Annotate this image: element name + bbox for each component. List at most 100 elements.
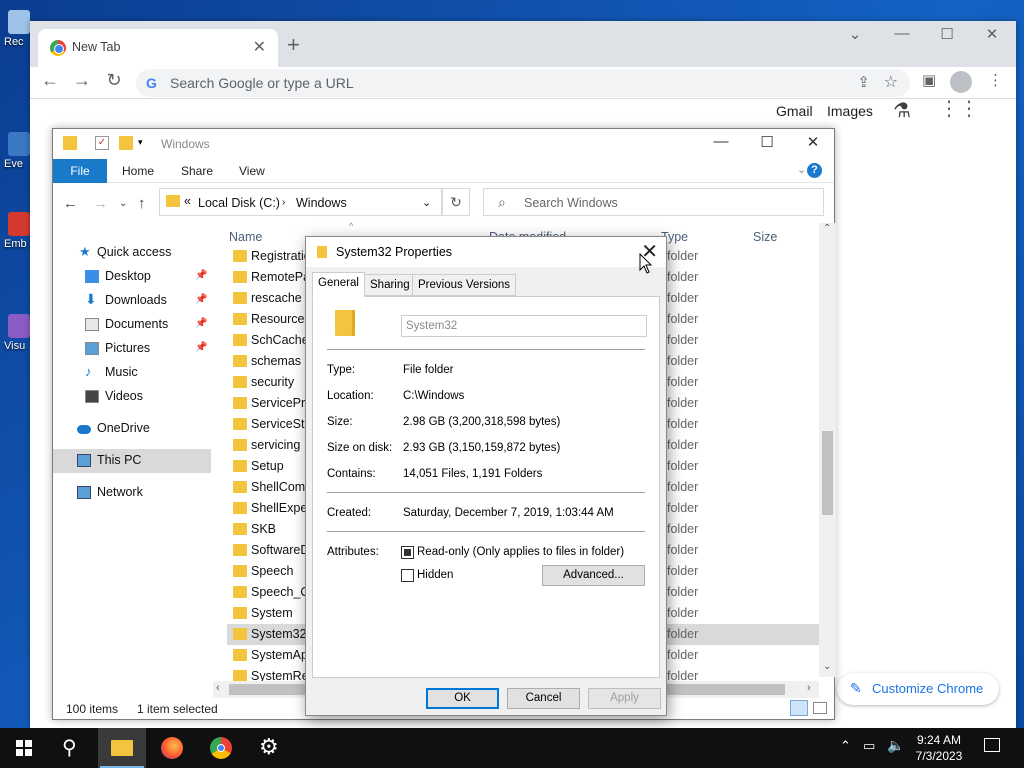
volume-muted-icon[interactable]: 🔈 xyxy=(887,737,904,754)
tab-search-icon[interactable]: ⌄ xyxy=(835,25,875,47)
clock-date[interactable]: 7/3/2023 xyxy=(910,749,968,763)
taskbar-settings[interactable]: ⚙ xyxy=(246,728,294,768)
help-icon[interactable]: ? xyxy=(807,163,822,178)
breadcrumb-local-disk[interactable]: Local Disk (C:) xyxy=(198,196,280,210)
minimize-button[interactable]: — xyxy=(882,25,922,47)
quick-access-dropdown-icon[interactable]: ▾ xyxy=(138,137,143,148)
nav-item-onedrive[interactable]: OneDrive xyxy=(53,417,211,441)
nav-item-downloads[interactable]: ⬇ Downloads 📌 xyxy=(53,289,211,313)
clock-time[interactable]: 9:24 AM xyxy=(910,733,968,747)
nav-item-music[interactable]: ♪ Music xyxy=(53,361,211,385)
tab-general[interactable]: General xyxy=(312,272,365,297)
side-panel-icon[interactable]: ▣ xyxy=(922,71,936,89)
breadcrumb-windows[interactable]: Windows xyxy=(296,196,347,210)
pin-icon[interactable]: 📌 xyxy=(195,342,207,353)
nav-item-pictures[interactable]: Pictures 📌 xyxy=(53,337,211,361)
chrome-tab-new-tab[interactable]: New Tab ✕ xyxy=(38,29,278,67)
advanced-button[interactable]: Advanced... xyxy=(542,565,645,586)
folder-name-field[interactable]: System32 xyxy=(401,315,647,337)
reload-icon[interactable]: ↻ xyxy=(102,70,126,91)
nav-label: Pictures xyxy=(105,341,151,355)
properties-icon[interactable]: ✓ xyxy=(95,136,109,150)
column-header-name[interactable]: Name xyxy=(229,230,262,244)
column-header-size[interactable]: Size xyxy=(753,230,777,244)
back-icon[interactable]: ← xyxy=(38,70,62,91)
nav-item-documents[interactable]: Documents 📌 xyxy=(53,313,211,337)
taskbar-firefox[interactable] xyxy=(148,728,196,768)
pin-icon[interactable]: 📌 xyxy=(195,318,207,329)
labs-flask-icon[interactable]: ⚗ xyxy=(893,98,911,123)
desktop-icon-recycle-bin[interactable]: Rec xyxy=(4,10,32,48)
ribbon-tab-view[interactable]: View xyxy=(239,164,265,178)
forward-icon[interactable]: → xyxy=(93,195,108,212)
tab-sharing[interactable]: Sharing xyxy=(364,274,416,296)
taskbar-chrome[interactable] xyxy=(197,728,245,768)
taskbar-file-explorer[interactable] xyxy=(98,728,146,768)
maximize-button[interactable]: ☐ xyxy=(927,25,967,47)
folder-icon xyxy=(233,481,247,493)
scroll-right-icon[interactable]: › xyxy=(807,682,811,694)
apply-button[interactable]: Apply xyxy=(588,688,661,709)
forward-icon[interactable]: → xyxy=(70,70,94,91)
minimize-button[interactable]: — xyxy=(698,133,744,150)
start-button[interactable] xyxy=(0,728,48,768)
ribbon-expand-icon[interactable]: ⌄ xyxy=(797,163,806,176)
cancel-button[interactable]: Cancel xyxy=(507,688,580,709)
ribbon-tab-home[interactable]: Home xyxy=(122,164,154,178)
search-box[interactable]: ⌕ Search Windows xyxy=(483,188,824,216)
nav-item-this-pc[interactable]: This PC xyxy=(53,449,211,473)
nav-item-quick-access[interactable]: ★ Quick access xyxy=(53,241,211,265)
folder-name-value: System32 xyxy=(406,320,458,332)
maximize-button[interactable]: ☐ xyxy=(744,133,790,151)
hidden-checkbox[interactable] xyxy=(401,569,414,582)
bookmark-star-icon[interactable]: ☆ xyxy=(884,72,898,92)
type-value: File folder xyxy=(403,364,454,376)
address-chevron[interactable]: « xyxy=(184,194,191,208)
nav-item-desktop[interactable]: Desktop 📌 xyxy=(53,265,211,289)
up-icon[interactable]: ↑ xyxy=(138,195,146,212)
network-icon[interactable]: ▭ xyxy=(863,738,875,754)
readonly-checkbox[interactable] xyxy=(401,546,414,559)
type-label: Type: xyxy=(327,364,356,376)
address-dropdown-icon[interactable]: ⌄ xyxy=(422,196,431,209)
scroll-thumb[interactable] xyxy=(822,431,833,515)
new-folder-icon[interactable] xyxy=(119,136,133,150)
customize-chrome-button[interactable]: ✎ Customize Chrome xyxy=(837,673,999,705)
ribbon-tab-share[interactable]: Share xyxy=(181,164,213,178)
scroll-left-icon[interactable]: ‹ xyxy=(216,682,220,694)
omnibox[interactable]: G Search Google or type a URL ⇪ ☆ xyxy=(136,69,910,97)
nav-item-videos[interactable]: Videos xyxy=(53,385,211,409)
address-bar[interactable]: « Local Disk (C:) › Windows ⌄ xyxy=(159,188,442,216)
taskbar-search-button[interactable]: ⚲ xyxy=(48,728,96,768)
desktop-icon-eve[interactable]: Eve xyxy=(4,132,32,170)
download-icon: ⬇ xyxy=(85,291,97,307)
ribbon-tab-file[interactable]: File xyxy=(53,159,107,183)
large-icons-view-icon[interactable] xyxy=(813,702,827,714)
share-icon[interactable]: ⇪ xyxy=(857,73,870,91)
scroll-down-icon[interactable]: ⌄ xyxy=(823,661,831,672)
scroll-up-icon[interactable]: ⌃ xyxy=(823,223,831,234)
ok-button[interactable]: OK xyxy=(426,688,499,709)
vertical-scrollbar[interactable]: ⌃ ⌄ xyxy=(819,223,836,677)
show-hidden-icons-chevron-icon[interactable]: ⌃ xyxy=(840,738,851,754)
recent-locations-icon[interactable]: ⌄ xyxy=(119,198,127,209)
close-window-button[interactable]: ✕ xyxy=(790,133,836,151)
details-view-icon[interactable] xyxy=(790,700,808,716)
google-apps-icon[interactable]: ⋮⋮ xyxy=(939,96,979,121)
gmail-link[interactable]: Gmail xyxy=(776,103,813,119)
back-icon[interactable]: ← xyxy=(63,195,78,212)
tab-close-icon[interactable]: ✕ xyxy=(253,37,266,57)
desktop-icon-visu[interactable]: Visu xyxy=(4,314,32,352)
new-tab-button[interactable]: + xyxy=(287,32,300,58)
refresh-icon[interactable]: ↻ xyxy=(442,188,470,216)
pin-icon[interactable]: 📌 xyxy=(195,294,207,305)
nav-item-network[interactable]: Network xyxy=(53,481,211,505)
desktop-icon-emb[interactable]: Emb De xyxy=(4,212,34,250)
close-window-button[interactable]: ✕ xyxy=(972,25,1012,47)
notifications-icon[interactable] xyxy=(984,738,1000,752)
tab-previous-versions[interactable]: Previous Versions xyxy=(412,274,517,296)
pin-icon[interactable]: 📌 xyxy=(195,270,207,281)
images-link[interactable]: Images xyxy=(827,103,873,119)
profile-avatar[interactable] xyxy=(950,71,972,93)
menu-kebab-icon[interactable]: ⋮ xyxy=(988,71,1003,89)
